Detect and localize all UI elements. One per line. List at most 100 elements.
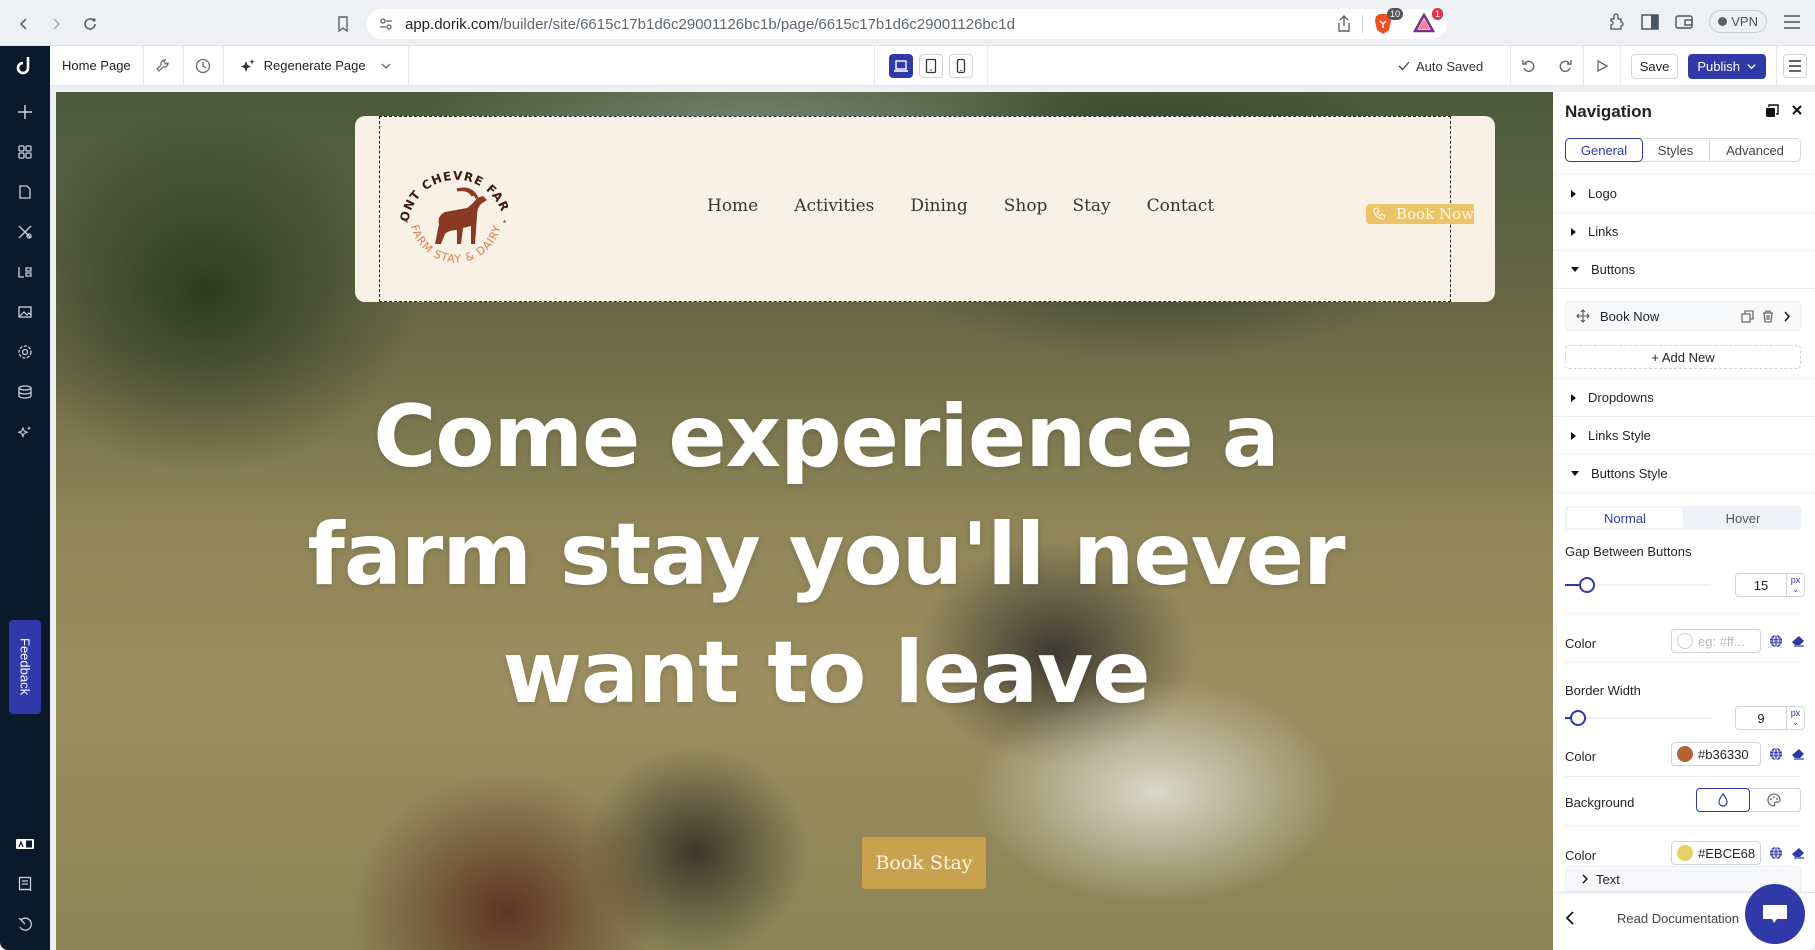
wallet-icon[interactable] [1675, 14, 1693, 30]
vpn-button[interactable]: VPN [1709, 10, 1767, 33]
border-width-value[interactable]: 9 [1736, 707, 1786, 729]
book-stay-button[interactable]: Book Stay [862, 837, 986, 889]
ai-tools-button[interactable] [13, 420, 37, 444]
docs-button[interactable] [13, 872, 37, 896]
site-logo[interactable]: MONT CHEVRE FARMS FARM STAY & DAIRY * * [391, 146, 521, 276]
border-width-slider[interactable] [1565, 710, 1711, 726]
media-button[interactable] [13, 300, 37, 324]
settings-button[interactable] [13, 340, 37, 364]
panel-title: Navigation [1565, 102, 1652, 121]
builder-menu-button[interactable] [1783, 54, 1807, 78]
duplicate-icon[interactable] [1741, 309, 1754, 323]
nav-link-dining[interactable]: Dining [910, 196, 967, 216]
read-documentation-link[interactable]: Read Documentation [1617, 911, 1739, 926]
layout-button[interactable] [13, 260, 37, 284]
tab-advanced[interactable]: Advanced [1710, 139, 1800, 161]
border-color-input[interactable]: #b36330 [1671, 742, 1761, 766]
undo-button[interactable] [1511, 46, 1547, 86]
border-unit-select[interactable]: px ⌄ [1786, 707, 1804, 729]
section-logo[interactable]: Logo [1553, 175, 1815, 213]
button-list-item[interactable]: Book Now [1565, 301, 1801, 331]
forward-button[interactable] [44, 12, 68, 36]
gap-value[interactable]: 15 [1736, 574, 1786, 596]
section-buttons-style[interactable]: Buttons Style [1553, 455, 1815, 493]
eraser-icon[interactable] [1791, 747, 1805, 761]
globe-icon[interactable] [1769, 634, 1783, 648]
detach-panel-icon[interactable] [1765, 104, 1779, 118]
site-settings-icon[interactable] [379, 17, 393, 31]
solid-background-button[interactable] [1696, 788, 1750, 812]
share-icon[interactable] [1336, 15, 1352, 33]
dorik-logo[interactable] [0, 45, 50, 86]
nav-link-home[interactable]: Home [707, 196, 758, 216]
desktop-view-button[interactable] [889, 54, 913, 78]
sidebar-toggle-icon[interactable] [1641, 13, 1660, 30]
brave-shields-button[interactable]: 10 [1373, 8, 1403, 35]
chevron-left-icon[interactable] [1565, 911, 1575, 925]
preview-button[interactable] [1584, 46, 1620, 86]
gap-slider[interactable] [1565, 577, 1711, 593]
tab-styles[interactable]: Styles [1642, 139, 1710, 161]
globe-icon[interactable] [1769, 747, 1783, 761]
publish-button[interactable]: Publish [1688, 53, 1766, 79]
tablet-view-button[interactable] [919, 54, 943, 78]
browser-menu-icon[interactable] [1783, 14, 1801, 29]
nav-link-shop[interactable]: Shop [1004, 196, 1048, 216]
section-links-style[interactable]: Links Style [1553, 417, 1815, 455]
cms-button[interactable] [13, 380, 37, 404]
history-button[interactable] [184, 45, 224, 86]
revisions-button[interactable] [13, 912, 37, 936]
add-element-button[interactable] [13, 100, 37, 124]
chat-support-button[interactable] [1745, 884, 1805, 944]
pages-button[interactable] [13, 180, 37, 204]
slider-thumb[interactable] [1579, 577, 1595, 593]
reload-button[interactable] [78, 12, 102, 36]
border-color-swatch[interactable] [1677, 746, 1693, 762]
tab-general[interactable]: General [1565, 138, 1643, 162]
bg-color-input[interactable]: #EBCE68 [1671, 841, 1761, 865]
mobile-view-button[interactable] [949, 54, 973, 78]
nav-link-contact[interactable]: Contact [1147, 196, 1215, 216]
section-buttons[interactable]: Buttons [1553, 251, 1815, 289]
add-new-button[interactable]: + Add New [1565, 345, 1801, 369]
state-normal-tab[interactable]: Normal [1567, 508, 1683, 528]
address-bar[interactable]: app.dorik.com/builder/site/6615c17b1d6c2… [367, 8, 1447, 39]
eraser-icon[interactable] [1791, 846, 1805, 860]
page-selector[interactable]: Home Page [50, 45, 144, 86]
nav-link-activities[interactable]: Activities [794, 196, 874, 216]
border-width-input[interactable]: 9 px ⌄ [1735, 706, 1805, 730]
extensions-icon[interactable] [1607, 12, 1625, 31]
redo-button[interactable] [1547, 46, 1583, 86]
nav-link-stay[interactable]: Stay [1072, 196, 1110, 216]
save-button[interactable]: Save [1630, 53, 1679, 79]
brave-rewards-button[interactable]: 1 [1413, 8, 1443, 35]
book-now-button[interactable]: Book Now [1366, 204, 1474, 224]
design-button[interactable] [13, 220, 37, 244]
eraser-icon[interactable] [1791, 634, 1805, 648]
color-swatch[interactable] [1677, 633, 1693, 649]
chevron-right-icon[interactable] [1782, 310, 1792, 323]
site-header[interactable]: MONT CHEVRE FARMS FARM STAY & DAIRY * * … [355, 116, 1495, 302]
bg-color-swatch[interactable] [1677, 845, 1693, 861]
regenerate-page-button[interactable]: Regenerate Page [224, 45, 409, 86]
feedback-button[interactable]: Feedback [9, 620, 41, 714]
close-icon[interactable] [1791, 104, 1803, 118]
globe-icon[interactable] [1769, 846, 1783, 860]
gradient-background-button[interactable] [1749, 789, 1801, 811]
gap-unit-select[interactable]: px ⌄ [1786, 574, 1804, 596]
page-canvas[interactable]: MONT CHEVRE FARMS FARM STAY & DAIRY * * … [56, 92, 1553, 950]
trash-icon[interactable] [1762, 309, 1774, 323]
gap-input[interactable]: 15 px ⌄ [1735, 573, 1805, 597]
page-settings-button[interactable] [144, 45, 184, 86]
back-button[interactable] [12, 12, 36, 36]
drag-handle-icon[interactable] [1576, 309, 1590, 323]
bookmark-button[interactable] [331, 12, 355, 36]
color-input[interactable]: eg: #ff... [1671, 629, 1761, 653]
ai-badge-button[interactable] [13, 832, 37, 856]
hero-heading[interactable]: Come experience a farm stay you'll never… [296, 378, 1356, 732]
slider-thumb[interactable] [1570, 710, 1586, 726]
section-dropdowns[interactable]: Dropdowns [1553, 379, 1815, 417]
state-hover-tab[interactable]: Hover [1685, 506, 1801, 530]
section-links[interactable]: Links [1553, 213, 1815, 251]
blocks-button[interactable] [13, 140, 37, 164]
